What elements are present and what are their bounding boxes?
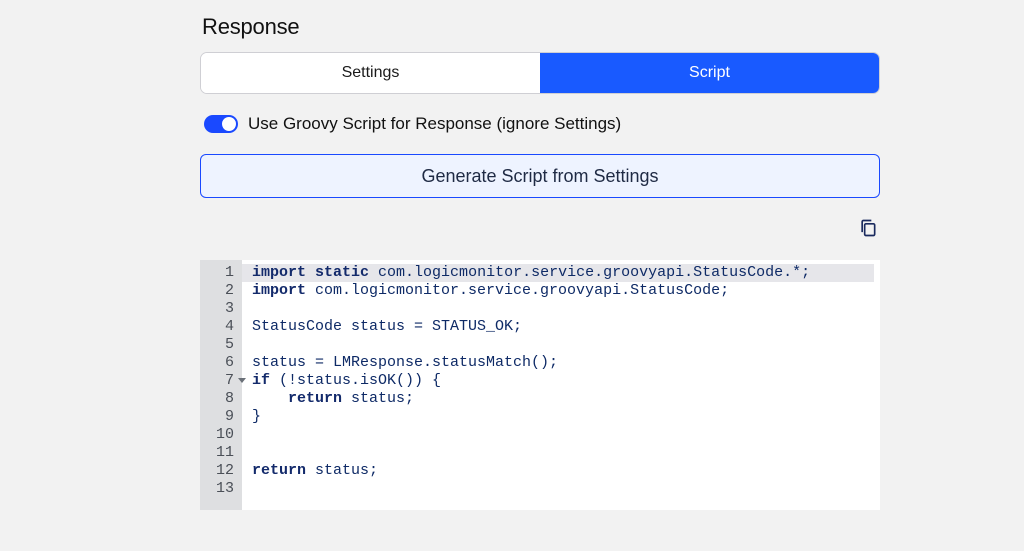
line-number: 12 <box>200 462 236 480</box>
code-line[interactable]: status = LMResponse.statusMatch(); <box>252 354 874 372</box>
response-section: Response Settings Script Use Groovy Scri… <box>200 14 882 510</box>
line-number: 7 <box>200 372 236 390</box>
line-number: 2 <box>200 282 236 300</box>
line-number: 13 <box>200 480 236 498</box>
generate-script-button[interactable]: Generate Script from Settings <box>200 154 880 198</box>
line-number: 10 <box>200 426 236 444</box>
line-number: 8 <box>200 390 236 408</box>
code-line[interactable] <box>252 444 874 462</box>
tab-script[interactable]: Script <box>540 53 879 93</box>
code-line[interactable] <box>252 336 874 354</box>
toggle-knob <box>222 117 236 131</box>
use-groovy-toggle[interactable] <box>204 115 238 133</box>
code-line[interactable] <box>252 300 874 318</box>
line-gutter: 12345678910111213 <box>200 260 242 510</box>
editor-toolbar <box>200 216 880 240</box>
code-line[interactable] <box>252 480 874 498</box>
line-number: 4 <box>200 318 236 336</box>
tab-settings[interactable]: Settings <box>201 53 540 93</box>
section-title: Response <box>202 14 882 40</box>
toggle-label: Use Groovy Script for Response (ignore S… <box>248 114 621 134</box>
code-line[interactable]: import com.logicmonitor.service.groovyap… <box>252 282 874 300</box>
line-number: 1 <box>200 264 236 282</box>
code-area[interactable]: import static com.logicmonitor.service.g… <box>242 260 880 510</box>
line-number: 6 <box>200 354 236 372</box>
line-number: 3 <box>200 300 236 318</box>
code-line[interactable] <box>252 426 874 444</box>
line-number: 9 <box>200 408 236 426</box>
code-line[interactable]: } <box>252 408 874 426</box>
code-line[interactable]: import static com.logicmonitor.service.g… <box>242 264 874 282</box>
code-line[interactable]: if (!status.isOK()) { <box>252 372 874 390</box>
toggle-row: Use Groovy Script for Response (ignore S… <box>204 114 882 134</box>
code-line[interactable]: return status; <box>252 390 874 408</box>
code-editor[interactable]: 12345678910111213 import static com.logi… <box>200 260 880 510</box>
code-line[interactable]: StatusCode status = STATUS_OK; <box>252 318 874 336</box>
line-number: 11 <box>200 444 236 462</box>
tabs: Settings Script <box>200 52 880 94</box>
line-number: 5 <box>200 336 236 354</box>
page-root: Response Settings Script Use Groovy Scri… <box>0 0 1024 551</box>
copy-icon[interactable] <box>856 216 880 240</box>
code-line[interactable]: return status; <box>252 462 874 480</box>
